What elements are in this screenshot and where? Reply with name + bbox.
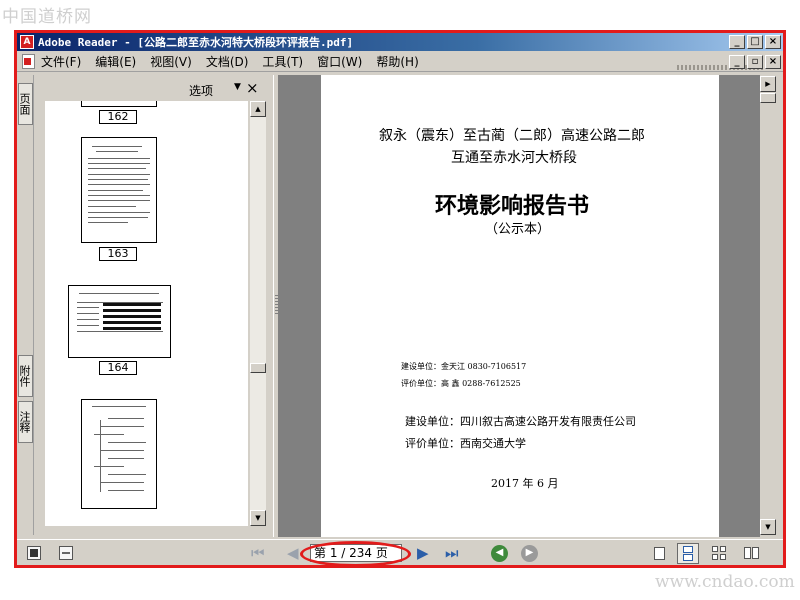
thumbnail-page-162[interactable] — [81, 101, 157, 107]
document-page: 叙永（震东）至古蔺（二郎）高速公路二郎 互通至赤水河大桥段 环境影响报告书 （公… — [321, 75, 719, 537]
maximize-icon[interactable]: □ — [747, 35, 763, 49]
close-panel-icon[interactable]: × — [246, 79, 259, 97]
chevron-down-icon[interactable]: ▼ — [234, 82, 241, 92]
menu-tools[interactable]: 工具(T) — [262, 53, 303, 70]
menu-view[interactable]: 视图(V) — [150, 53, 192, 70]
thumbnail-page-164[interactable] — [68, 285, 171, 358]
continuous-icon[interactable] — [677, 543, 699, 564]
pdf-app-icon[interactable]: A — [20, 35, 34, 49]
go-forward-icon[interactable]: ▶ — [521, 545, 538, 562]
thumbnail-panel: 选项 ▼ × 162 163 164 ▲ ▼ — [39, 75, 271, 537]
splitter-grip[interactable] — [275, 295, 278, 315]
thumbnail-page-163[interactable] — [81, 137, 157, 243]
menu-window[interactable]: 窗口(W) — [317, 53, 362, 70]
thumbnail-panel-header: 选项 ▼ × — [39, 75, 271, 101]
side-tab-strip: 页面 附件 注释 — [17, 75, 34, 535]
document-scroll-down-icon[interactable]: ▼ — [760, 519, 776, 535]
doc-subtitle: （公示本） — [485, 222, 551, 237]
close-icon[interactable]: × — [765, 35, 781, 49]
single-page-icon[interactable] — [649, 543, 671, 564]
scroll-down-icon[interactable]: ▼ — [250, 510, 266, 526]
doc-minimize-icon[interactable]: _ — [729, 55, 745, 69]
navigation-pane-icon[interactable] — [27, 546, 41, 560]
next-page-icon[interactable]: ▶ — [417, 544, 429, 562]
highlight-ellipse — [300, 541, 411, 565]
menu-help[interactable]: 帮助(H) — [376, 53, 418, 70]
doc-small-build-unit: 建设单位：金天江 0830-7106517 — [401, 362, 527, 371]
go-back-icon[interactable]: ◀ — [491, 545, 508, 562]
print-icon[interactable] — [59, 546, 73, 560]
thumbnail-scrollbar[interactable]: ▲ ▼ — [250, 101, 266, 526]
tab-pages[interactable]: 页面 — [18, 83, 33, 125]
scroll-right-icon[interactable]: ▶ — [760, 76, 776, 92]
scrollbar-thumb[interactable] — [250, 363, 266, 373]
doc-restore-icon[interactable]: ▫ — [747, 55, 763, 69]
menu-document[interactable]: 文档(D) — [206, 53, 249, 70]
watermark-top: 中国道桥网 — [2, 7, 92, 27]
thumbnail-page-165[interactable] — [81, 399, 157, 509]
document-scrollbar[interactable]: ▶ ▼ — [760, 75, 777, 537]
facing-icon[interactable] — [741, 543, 763, 564]
tab-comments[interactable]: 注释 — [18, 401, 33, 443]
options-menu[interactable]: 选项 — [189, 82, 213, 99]
menu-bar: 文件(F) 编辑(E) 视图(V) 文档(D) 工具(T) 窗口(W) 帮助(H… — [17, 52, 783, 72]
watermark-bottom: www.cndao.com — [655, 572, 795, 592]
document-icon[interactable] — [22, 54, 35, 69]
page-label-164: 164 — [99, 361, 137, 375]
doc-build-unit: 建设单位：四川叙古高速公路开发有限责任公司 — [405, 415, 636, 428]
document-scrollbar-thumb[interactable] — [760, 93, 776, 103]
doc-date: 2017 年 6 月 — [491, 477, 559, 490]
doc-eval-unit: 评价单位：西南交通大学 — [405, 437, 526, 450]
last-page-icon[interactable]: ⏭ — [445, 544, 459, 562]
bottom-toolbar: ⏮ ◀ 第 1 / 234 页 ▶ ⏭ ◀ ▶ — [17, 539, 783, 565]
page-label-162: 162 — [99, 110, 137, 124]
menu-edit[interactable]: 编辑(E) — [95, 53, 136, 70]
highlight-frame: A Adobe Reader - [公路二郎至赤水河特大桥段环评报告.pdf] … — [14, 30, 786, 568]
window-title: Adobe Reader - [公路二郎至赤水河特大桥段环评报告.pdf] — [38, 36, 354, 49]
thumbnail-list[interactable]: 162 163 164 — [45, 101, 248, 526]
title-bar: A Adobe Reader - [公路二郎至赤水河特大桥段环评报告.pdf] … — [17, 33, 783, 51]
continuous-facing-icon[interactable] — [709, 543, 731, 564]
doc-main-title: 环境影响报告书 — [435, 194, 590, 219]
tab-attachments[interactable]: 附件 — [18, 355, 33, 397]
doc-title-line-1: 叙永（震东）至古蔺（二郎）高速公路二郎 — [379, 128, 645, 144]
scroll-up-icon[interactable]: ▲ — [250, 101, 266, 117]
doc-small-eval-unit: 评价单位：高 鑫 0288-7612525 — [401, 379, 521, 388]
menu-file[interactable]: 文件(F) — [41, 53, 81, 70]
previous-page-icon[interactable]: ◀ — [287, 544, 299, 562]
page-label-163: 163 — [99, 247, 137, 261]
doc-close-icon[interactable]: × — [765, 55, 781, 69]
doc-title-line-2: 互通至赤水河大桥段 — [451, 150, 577, 166]
document-view[interactable]: 叙永（震东）至古蔺（二郎）高速公路二郎 互通至赤水河大桥段 环境影响报告书 （公… — [279, 75, 764, 537]
first-page-icon[interactable]: ⏮ — [251, 544, 265, 562]
minimize-icon[interactable]: _ — [729, 35, 745, 49]
